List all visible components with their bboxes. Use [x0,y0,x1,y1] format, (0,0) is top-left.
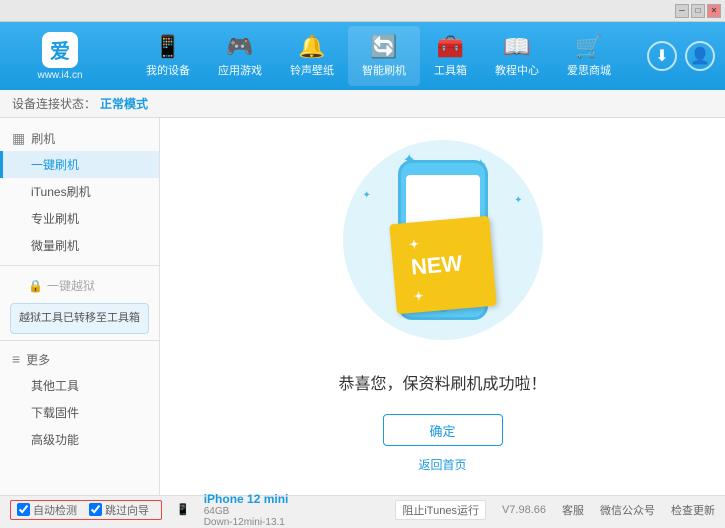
maximize-button[interactable]: □ [691,4,705,18]
nav-item-apps-games[interactable]: 🎮 应用游戏 [204,26,276,86]
main-layout: ▦ 刷机 一键刷机 iTunes刷机 专业刷机 微量刷机 🔒 一键越狱 越狱工具… [0,118,725,495]
nav-label-ringtone: 铃声壁纸 [290,62,334,78]
homepage-link[interactable]: 返回首页 [418,456,466,473]
smart-flash-icon: 🔄 [370,34,397,60]
sidebar-item-save-flash[interactable]: 微量刷机 [0,232,159,259]
nav-bar: 📱 我的设备 🎮 应用游戏 🔔 铃声壁纸 🔄 智能刷机 🧰 工具箱 📖 教程中心… [110,26,647,86]
customer-service-link[interactable]: 客服 [562,502,584,518]
title-bar: ─ □ ✕ [0,0,725,22]
success-message: 恭喜您，保资料刷机成功啦！ [338,370,546,394]
ringtone-icon: 🔔 [298,34,325,60]
content-area: ✦ ✦ ✦ ✦ NEW 恭喜您，保资料刷机成功啦！ 确定 返回首页 [160,118,725,495]
nav-label-store: 爱思商城 [567,62,611,78]
sparkle-3: ✦ [363,190,371,201]
sidebar-item-download-firmware[interactable]: 下载固件 [0,399,159,426]
nav-item-store[interactable]: 🛒 爱思商城 [553,26,625,86]
apps-games-icon: 🎮 [226,34,253,60]
more-section-label: 更多 [26,351,50,368]
status-bar: 设备连接状态： 正常模式 [0,90,725,118]
close-button[interactable]: ✕ [707,4,721,18]
sidebar-divider-2 [0,340,159,341]
status-label: 设备连接状态： [12,95,96,112]
sidebar-divider-1 [0,265,159,266]
device-name: iPhone 12 mini [204,492,289,506]
nav-label-toolbox: 工具箱 [434,62,467,78]
sidebar-item-itunes-flash[interactable]: iTunes刷机 [0,178,159,205]
version-label: V7.98.66 [502,504,546,516]
nav-right-buttons: ⬇ 👤 [647,41,715,71]
sidebar: ▦ 刷机 一键刷机 iTunes刷机 专业刷机 微量刷机 🔒 一键越狱 越狱工具… [0,118,160,495]
download-button[interactable]: ⬇ [647,41,677,71]
sidebar-item-one-key-flash[interactable]: 一键刷机 [0,151,159,178]
lock-icon: 🔒 [28,279,43,293]
sidebar-jailbreak-notice: 越狱工具已转移至工具箱 [10,303,149,334]
store-icon: 🛒 [575,34,602,60]
nav-label-my-device: 我的设备 [146,62,190,78]
new-badge: NEW [389,216,496,314]
sidebar-item-advanced[interactable]: 高级功能 [0,426,159,453]
nav-label-apps-games: 应用游戏 [218,62,262,78]
sidebar-section-jailbreak: 🔒 一键越狱 [0,272,159,299]
logo-area[interactable]: 爱 www.i4.cn [10,32,110,81]
nav-item-toolbox[interactable]: 🧰 工具箱 [420,26,481,86]
more-section-icon: ≡ [12,351,20,367]
wechat-link[interactable]: 微信公众号 [600,502,655,518]
tutorial-icon: 📖 [503,34,530,60]
logo-url: www.i4.cn [37,70,82,81]
sparkle-4: ✦ [514,195,522,206]
status-value: 正常模式 [100,95,148,112]
itunes-status-button[interactable]: 阻止iTunes运行 [395,500,486,520]
skip-wizard-checkbox[interactable]: 跳过向导 [89,502,149,518]
nav-label-smart-flash: 智能刷机 [362,62,406,78]
itunes-status-label: 阻止iTunes运行 [402,502,479,518]
app-logo-icon: 爱 [42,32,78,68]
confirm-button[interactable]: 确定 [383,414,503,446]
bottom-right: 阻止iTunes运行 V7.98.66 客服 微信公众号 检查更新 [395,500,715,520]
nav-label-tutorial: 教程中心 [495,62,539,78]
sidebar-section-flash[interactable]: ▦ 刷机 [0,126,159,151]
device-info: iPhone 12 mini 64GB Down-12mini-13.1 [204,492,289,528]
sidebar-item-pro-flash[interactable]: 专业刷机 [0,205,159,232]
check-update-link[interactable]: 检查更新 [671,502,715,518]
flash-section-icon: ▦ [12,130,25,147]
nav-item-smart-flash[interactable]: 🔄 智能刷机 [348,26,420,86]
nav-item-my-device[interactable]: 📱 我的设备 [132,26,204,86]
window-controls: ─ □ ✕ [675,4,721,18]
bottom-bar: 自动检测 跳过向导 📱 iPhone 12 mini 64GB Down-12m… [0,495,725,523]
device-icon: 📱 [176,503,190,516]
header: 爱 www.i4.cn 📱 我的设备 🎮 应用游戏 🔔 铃声壁纸 🔄 智能刷机 … [0,22,725,90]
skip-wizard-label: 跳过向导 [105,502,149,518]
auto-connect-label: 自动检测 [33,502,77,518]
minimize-button[interactable]: ─ [675,4,689,18]
user-button[interactable]: 👤 [685,41,715,71]
auto-connect-checkbox[interactable]: 自动检测 [17,502,77,518]
nav-item-ringtone[interactable]: 🔔 铃声壁纸 [276,26,348,86]
device-model: Down-12mini-13.1 [204,517,289,528]
success-illustration: ✦ ✦ ✦ ✦ NEW [343,140,543,350]
my-device-icon: 📱 [154,34,181,60]
toolbox-icon: 🧰 [437,34,464,60]
device-storage: 64GB [204,506,289,517]
flash-section-label: 刷机 [31,130,55,147]
bottom-left: 自动检测 跳过向导 📱 iPhone 12 mini 64GB Down-12m… [10,492,395,528]
sidebar-section-more[interactable]: ≡ 更多 [0,347,159,372]
sidebar-item-other-tools[interactable]: 其他工具 [0,372,159,399]
nav-item-tutorial[interactable]: 📖 教程中心 [481,26,553,86]
